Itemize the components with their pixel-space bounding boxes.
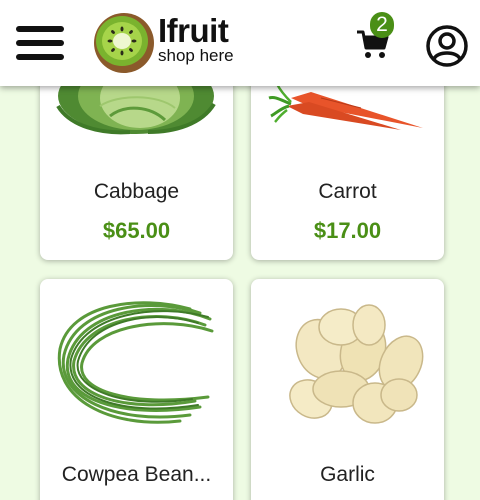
product-price: $65.00 — [102, 218, 171, 243]
cart-count-badge: 2 — [370, 12, 394, 38]
account-button[interactable] — [425, 24, 469, 68]
kiwi-icon — [94, 13, 154, 73]
brand-tagline: shop here — [158, 46, 234, 65]
brand-logo[interactable]: Ifruit shop here — [92, 10, 252, 76]
product-name: Cabbage — [93, 180, 180, 203]
hamburger-menu-icon[interactable] — [14, 26, 66, 62]
cart-button[interactable]: 2 — [352, 12, 402, 62]
cabbage-image — [56, 76, 216, 135]
product-card[interactable]: Garlic — [251, 279, 444, 500]
product-name: Garlic — [320, 463, 375, 486]
product-name: Carrot — [318, 180, 377, 203]
product-card[interactable]: Cowpea Bean... — [40, 279, 233, 500]
garlic-image — [289, 304, 424, 424]
cowpea-beans-image — [57, 301, 214, 424]
brand-name: Ifruit — [158, 12, 229, 49]
app-header: Ifruit shop here 2 — [0, 0, 480, 86]
product-name: Cowpea Bean... — [61, 463, 212, 486]
product-price: $17.00 — [313, 218, 382, 243]
product-card[interactable]: Cabbage $65.00 — [40, 76, 233, 260]
product-card[interactable]: Carrot $17.00 — [251, 76, 444, 260]
carrot-image — [268, 83, 423, 130]
user-account-icon — [426, 25, 468, 67]
